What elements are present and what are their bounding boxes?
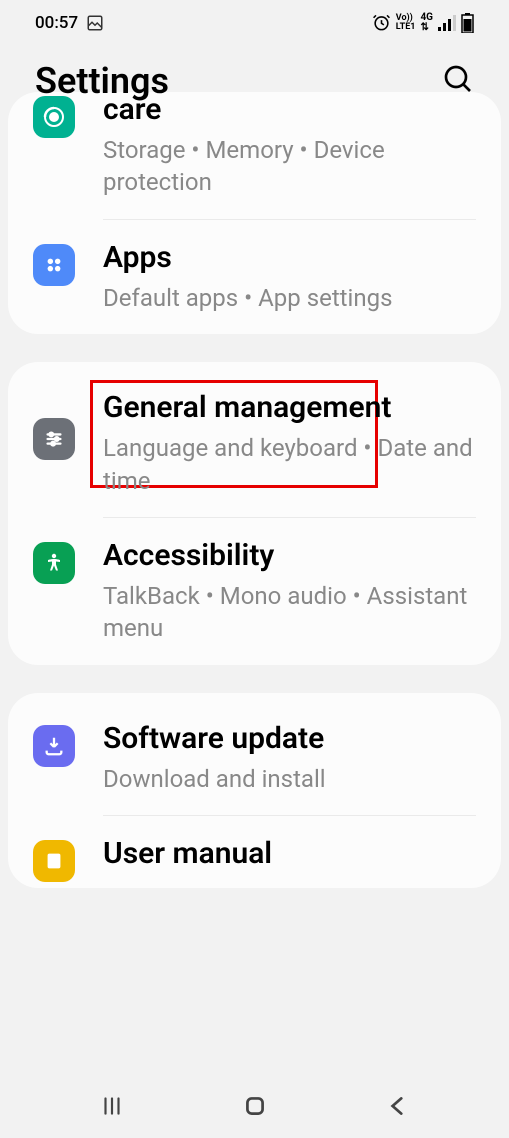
- battery-icon: [461, 13, 474, 33]
- item-subtitle: TalkBack • Mono audio • Assistant menu: [103, 580, 476, 645]
- general-icon: [33, 418, 75, 460]
- care-icon: [33, 96, 75, 138]
- settings-item-care[interactable]: care Storage • Memory • Device protectio…: [8, 92, 501, 219]
- home-icon: [242, 1093, 268, 1119]
- settings-item-software[interactable]: Software update Download and install: [8, 693, 501, 815]
- network-4g-icon: 4G⇅: [420, 13, 433, 33]
- item-subtitle: Storage • Memory • Device protection: [103, 134, 476, 199]
- status-left: 00:57: [35, 13, 104, 33]
- alarm-icon: [372, 13, 391, 32]
- item-title: General management: [103, 390, 476, 426]
- settings-item-manual[interactable]: User manual: [8, 816, 501, 888]
- home-button[interactable]: [215, 1093, 295, 1119]
- settings-item-accessibility[interactable]: Accessibility TalkBack • Mono audio • As…: [8, 518, 501, 665]
- item-title: Software update: [103, 721, 476, 757]
- settings-item-general[interactable]: General management Language and keyboard…: [8, 362, 501, 517]
- item-subtitle: Default apps • App settings: [103, 282, 476, 314]
- settings-card-3: Software update Download and install Use…: [8, 693, 501, 888]
- gallery-icon: [86, 14, 104, 32]
- status-bar: 00:57 Vo))LTE1 4G⇅: [0, 0, 509, 45]
- settings-card-2: General management Language and keyboard…: [8, 362, 501, 665]
- back-icon: [385, 1093, 411, 1119]
- recents-icon: [99, 1093, 125, 1119]
- manual-icon: [33, 840, 75, 882]
- software-icon: [33, 725, 75, 767]
- status-right: Vo))LTE1 4G⇅: [372, 13, 474, 33]
- item-title: care: [103, 92, 476, 128]
- search-icon: [442, 63, 474, 95]
- item-title: User manual: [103, 836, 476, 872]
- item-title: Accessibility: [103, 538, 476, 574]
- accessibility-icon: [33, 542, 75, 584]
- recents-button[interactable]: [72, 1093, 152, 1119]
- status-time: 00:57: [35, 13, 78, 33]
- settings-card-1: care Storage • Memory • Device protectio…: [8, 92, 501, 334]
- item-subtitle: Download and install: [103, 763, 476, 795]
- settings-item-apps[interactable]: Apps Default apps • App settings: [8, 220, 501, 334]
- volte-icon: Vo))LTE1: [396, 14, 416, 32]
- back-button[interactable]: [358, 1093, 438, 1119]
- item-title: Apps: [103, 240, 476, 276]
- item-subtitle: Language and keyboard • Date and time: [103, 432, 476, 497]
- signal-icon: [438, 15, 456, 31]
- apps-icon: [33, 244, 75, 286]
- navigation-bar: [0, 1074, 509, 1138]
